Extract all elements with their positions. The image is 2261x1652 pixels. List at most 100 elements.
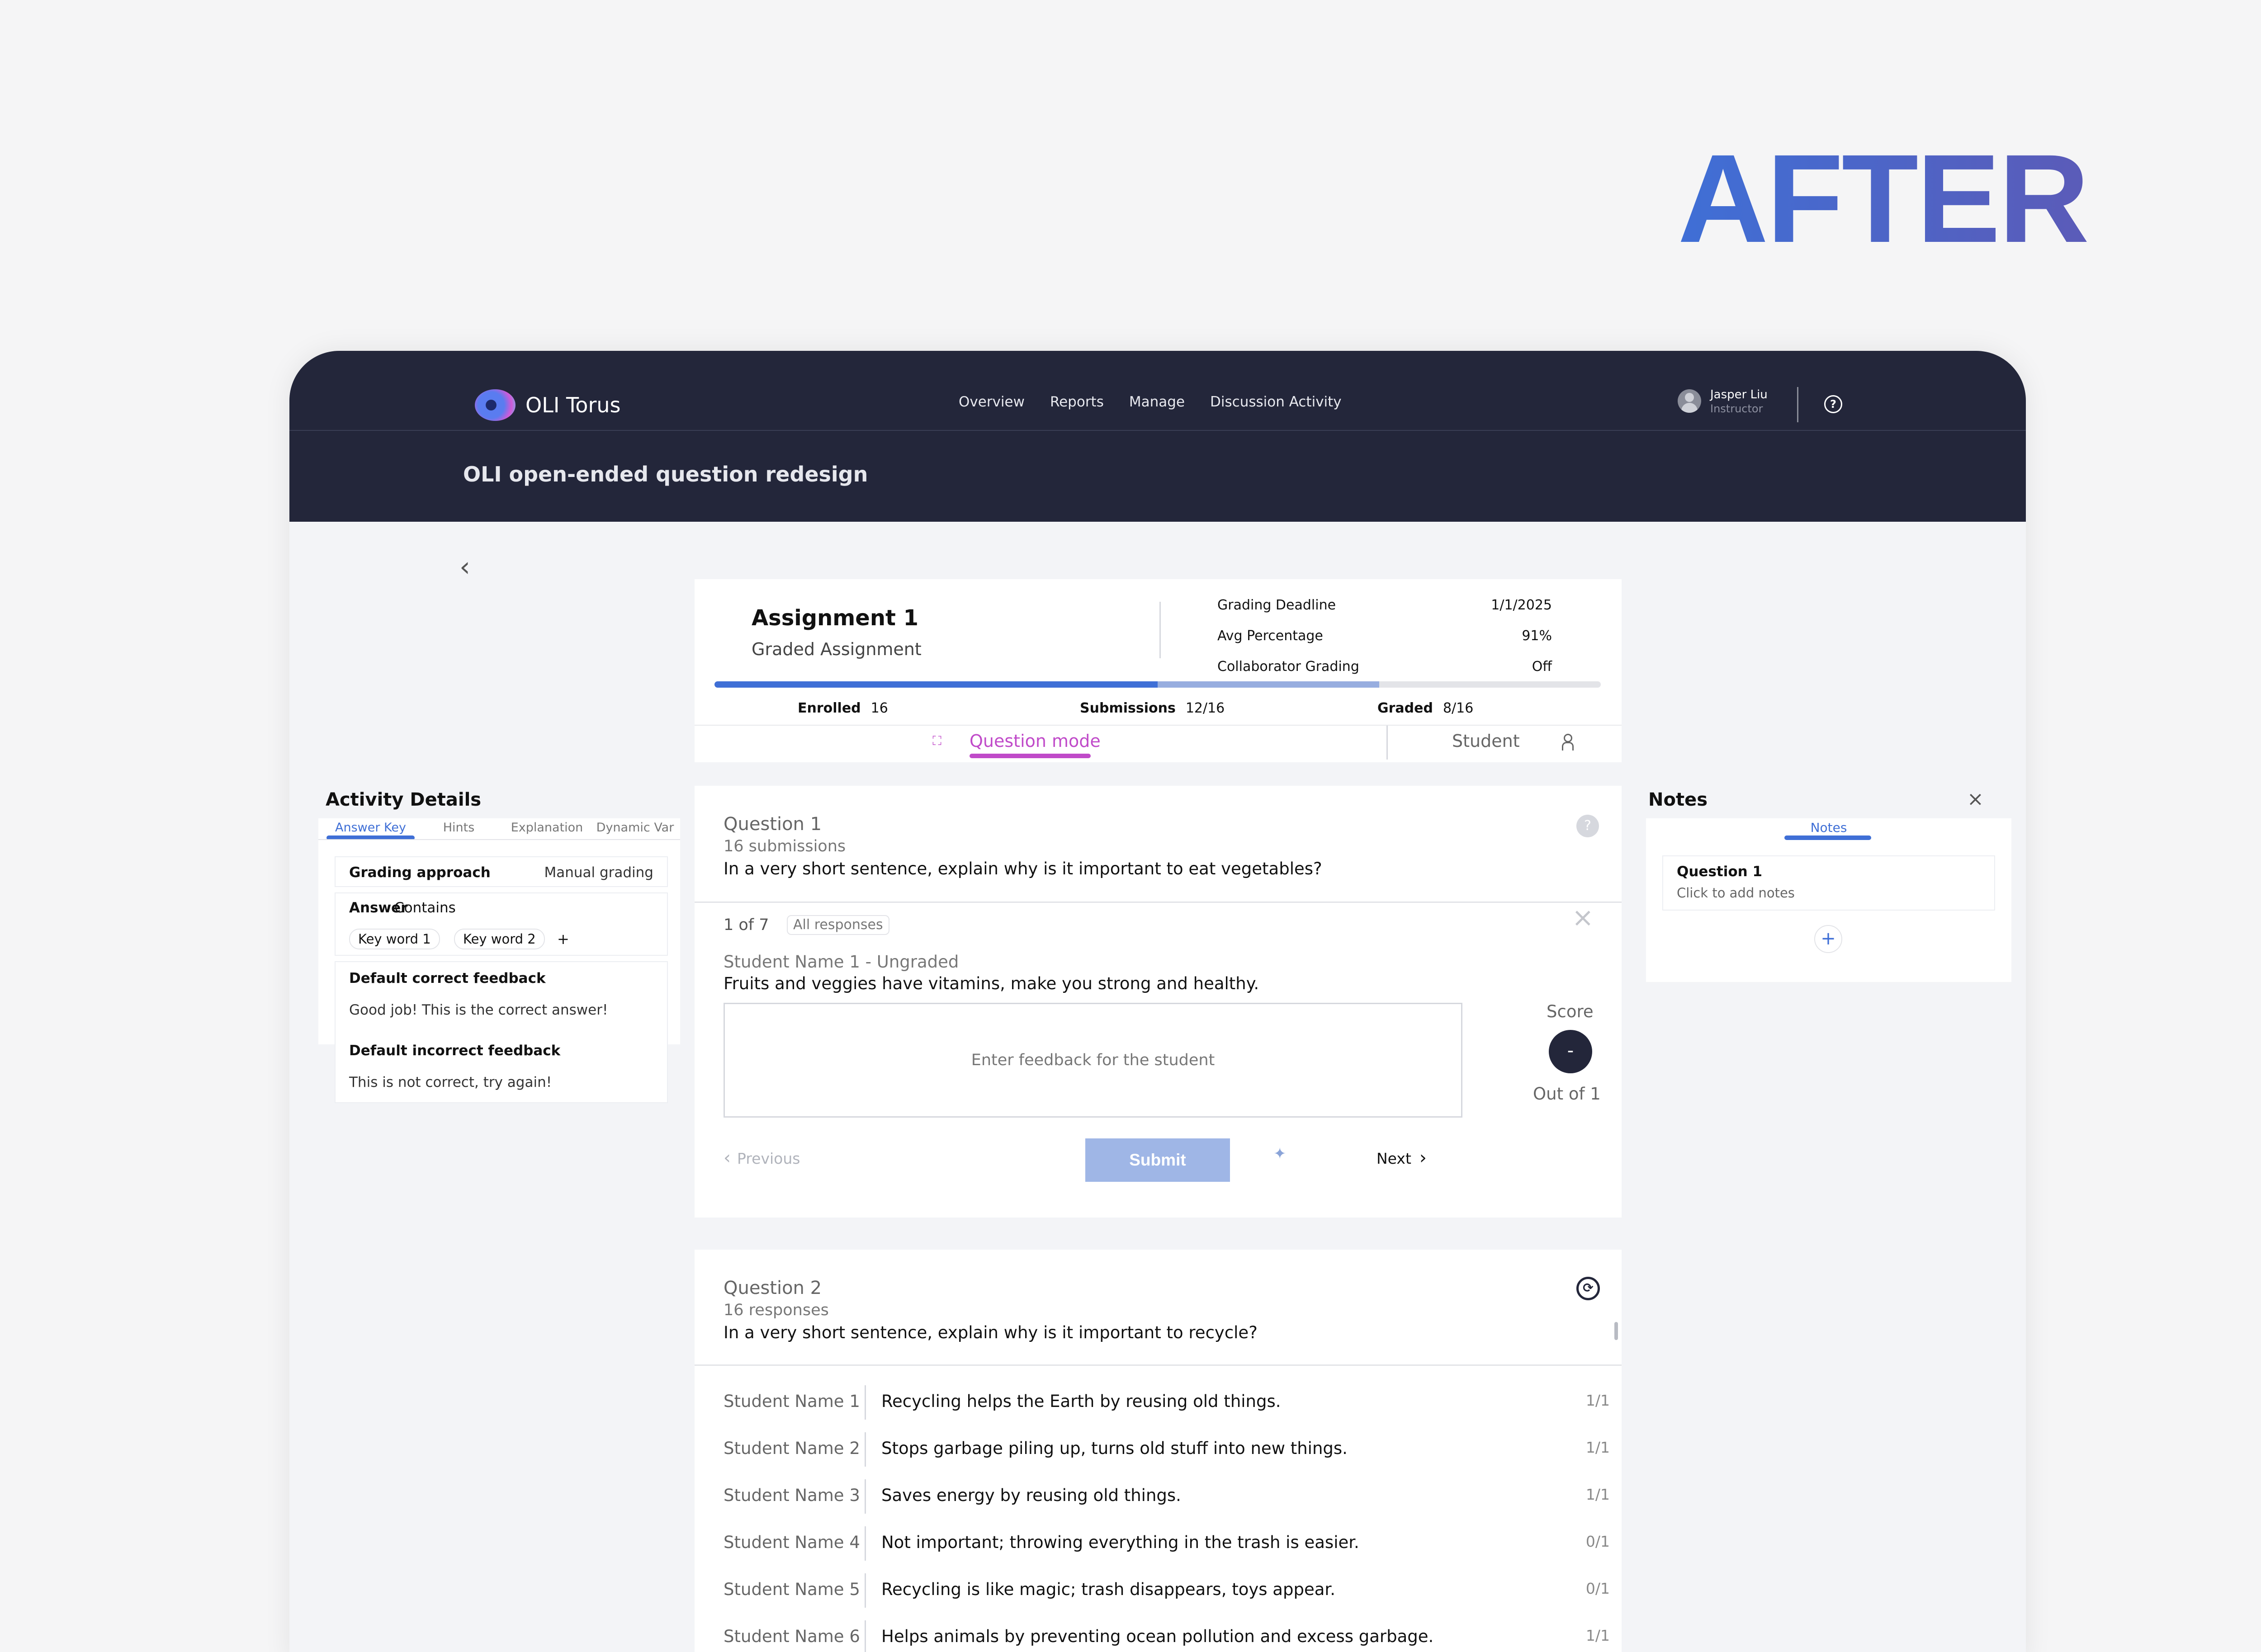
chevron-left-icon: ‹ <box>724 1147 731 1168</box>
student-name: Student Name 3 <box>724 1486 860 1505</box>
previous-button[interactable]: ‹ Previous <box>724 1147 800 1168</box>
note-subtitle: Click to add notes <box>1677 885 1795 901</box>
response-text: Recycling helps the Earth by reusing old… <box>881 1392 1281 1411</box>
response-position: 1 of 7 <box>724 916 769 934</box>
detail-label: Avg Percentage <box>1217 628 1323 644</box>
table-row[interactable]: Student Name 4 Not important; throwing e… <box>724 1520 1610 1567</box>
incorrect-feedback-label: Default incorrect feedback <box>349 1043 561 1059</box>
sparkle-icon[interactable]: ✦ <box>1273 1145 1287 1163</box>
nav-reports[interactable]: Reports <box>1050 394 1104 410</box>
detail-value: 91% <box>1522 628 1552 644</box>
row-divider <box>865 1573 866 1608</box>
table-row[interactable]: Student Name 2 Stops garbage piling up, … <box>724 1426 1610 1473</box>
refresh-icon[interactable]: ⟳ <box>1576 1277 1600 1300</box>
response-score: 1/1 <box>1585 1392 1610 1409</box>
question-text: In a very short sentence, explain why is… <box>724 1323 1258 1342</box>
nav-discussion-activity[interactable]: Discussion Activity <box>1210 394 1342 410</box>
table-row[interactable]: Student Name 5 Recycling is like magic; … <box>724 1567 1610 1614</box>
person-icon[interactable] <box>1560 733 1574 751</box>
question-mark-icon[interactable]: ? <box>1576 815 1599 837</box>
response-text: Stops garbage piling up, turns old stuff… <box>881 1439 1348 1458</box>
stat-graded: Graded 8/16 <box>1377 700 1473 716</box>
response-score: 0/1 <box>1585 1533 1610 1550</box>
detail-label: Collaborator Grading <box>1217 659 1359 675</box>
grading-approach-value[interactable]: Manual grading <box>544 864 653 881</box>
incorrect-feedback-text[interactable]: This is not correct, try again! <box>349 1074 552 1090</box>
main-nav: Overview Reports Manage Discussion Activ… <box>959 394 1342 410</box>
back-chevron-icon[interactable]: ‹ <box>459 553 470 581</box>
stat-label: Graded <box>1377 700 1433 716</box>
question-divider <box>695 1364 1622 1366</box>
response-score: 1/1 <box>1585 1439 1610 1456</box>
next-button[interactable]: Next › <box>1376 1147 1427 1168</box>
assignment-subtitle: Graded Assignment <box>752 639 922 659</box>
course-title: OLI open-ended question redesign <box>463 462 868 486</box>
tab-answer-key[interactable]: Answer Key <box>326 818 415 840</box>
logo-text: OLI Torus <box>525 393 621 417</box>
detail-label: Grading Deadline <box>1217 597 1336 613</box>
tab-explanation[interactable]: Explanation <box>503 818 591 840</box>
row-divider <box>865 1479 866 1514</box>
student-name: Student Name 2 <box>724 1439 860 1458</box>
response-score: 1/1 <box>1585 1627 1610 1644</box>
question-circle-icon[interactable]: ? <box>1824 395 1842 413</box>
student-name: Student Name 4 <box>724 1533 860 1552</box>
student-response: Fruits and veggies have vitamins, make y… <box>724 974 1259 993</box>
response-text: Not important; throwing everything in th… <box>881 1533 1359 1552</box>
summary-divider <box>1159 602 1161 658</box>
close-icon[interactable]: × <box>1572 904 1594 930</box>
stat-value: 8/16 <box>1443 700 1474 716</box>
correct-feedback-text[interactable]: Good job! This is the correct answer! <box>349 1002 608 1018</box>
grading-progress-bar <box>714 681 1601 688</box>
answer-mode[interactable]: Contains <box>394 900 456 916</box>
nav-manage[interactable]: Manage <box>1129 394 1185 410</box>
tab-dynamic-var[interactable]: Dynamic Var <box>591 818 679 840</box>
question-divider <box>695 902 1622 903</box>
submit-button[interactable]: Submit <box>1085 1138 1230 1182</box>
grading-approach-label: Grading approach <box>349 864 491 881</box>
nav-overview[interactable]: Overview <box>959 394 1025 410</box>
app-logo[interactable]: OLI Torus <box>475 389 620 421</box>
feedback-placeholder: Enter feedback for the student <box>971 1051 1215 1069</box>
activity-tabs: Answer Key Hints Explanation Dynamic Var <box>326 818 679 840</box>
table-row[interactable]: Student Name 6 Helps animals by preventi… <box>724 1614 1610 1652</box>
row-divider <box>865 1526 866 1561</box>
expand-icon[interactable]: ⛶ <box>930 734 944 748</box>
question-text: In a very short sentence, explain why is… <box>724 859 1322 878</box>
activity-details-title: Activity Details <box>326 789 482 810</box>
note-title: Question 1 <box>1677 864 1763 880</box>
table-row[interactable]: Student Name 1 Recycling helps the Earth… <box>724 1379 1610 1426</box>
detail-value: Off <box>1532 659 1552 675</box>
scrollbar[interactable] <box>1614 1322 1618 1340</box>
user-name: Jasper Liu <box>1710 388 1768 401</box>
app-window: OLI Torus Overview Reports Manage Discus… <box>289 351 2026 1652</box>
add-note-button[interactable]: + <box>1814 925 1842 953</box>
note-item[interactable]: Question 1 Click to add notes <box>1662 855 1995 911</box>
student-status: Student Name 1 - Ungraded <box>724 952 959 972</box>
response-filter[interactable]: All responses <box>787 915 889 935</box>
stat-value: 12/16 <box>1185 700 1225 716</box>
table-row[interactable]: Student Name 3 Saves energy by reusing o… <box>724 1473 1610 1520</box>
correct-feedback-label: Default correct feedback <box>349 970 546 986</box>
response-text: Saves energy by reusing old things. <box>881 1486 1181 1505</box>
score-input[interactable]: - <box>1549 1030 1592 1073</box>
keyword-chip[interactable]: Key word 1 <box>349 929 440 949</box>
add-keyword-button[interactable]: + <box>552 929 575 949</box>
tab-hints[interactable]: Hints <box>415 818 503 840</box>
grading-approach-row: Grading approach Manual grading <box>335 856 668 887</box>
mode-switcher: ⛶ Question mode Student <box>695 725 1622 762</box>
close-icon[interactable]: × <box>1967 789 1984 809</box>
header-rule <box>289 430 2026 431</box>
notes-title: Notes <box>1648 789 1708 810</box>
student-name: Student Name 5 <box>724 1580 860 1599</box>
response-count: 16 responses <box>724 1301 829 1319</box>
stat-enrolled: Enrolled 16 <box>798 700 888 716</box>
tab-question-mode[interactable]: Question mode <box>970 731 1101 751</box>
tab-student-mode[interactable]: Student <box>1452 731 1520 751</box>
activity-details-panel: Answer Key Hints Explanation Dynamic Var… <box>318 818 680 1103</box>
avatar <box>1678 389 1701 413</box>
keyword-chip[interactable]: Key word 2 <box>454 929 545 949</box>
feedback-input[interactable]: Enter feedback for the student <box>724 1003 1462 1118</box>
user-menu[interactable]: Jasper Liu Instructor <box>1678 387 1768 415</box>
progress-graded <box>714 681 1158 688</box>
